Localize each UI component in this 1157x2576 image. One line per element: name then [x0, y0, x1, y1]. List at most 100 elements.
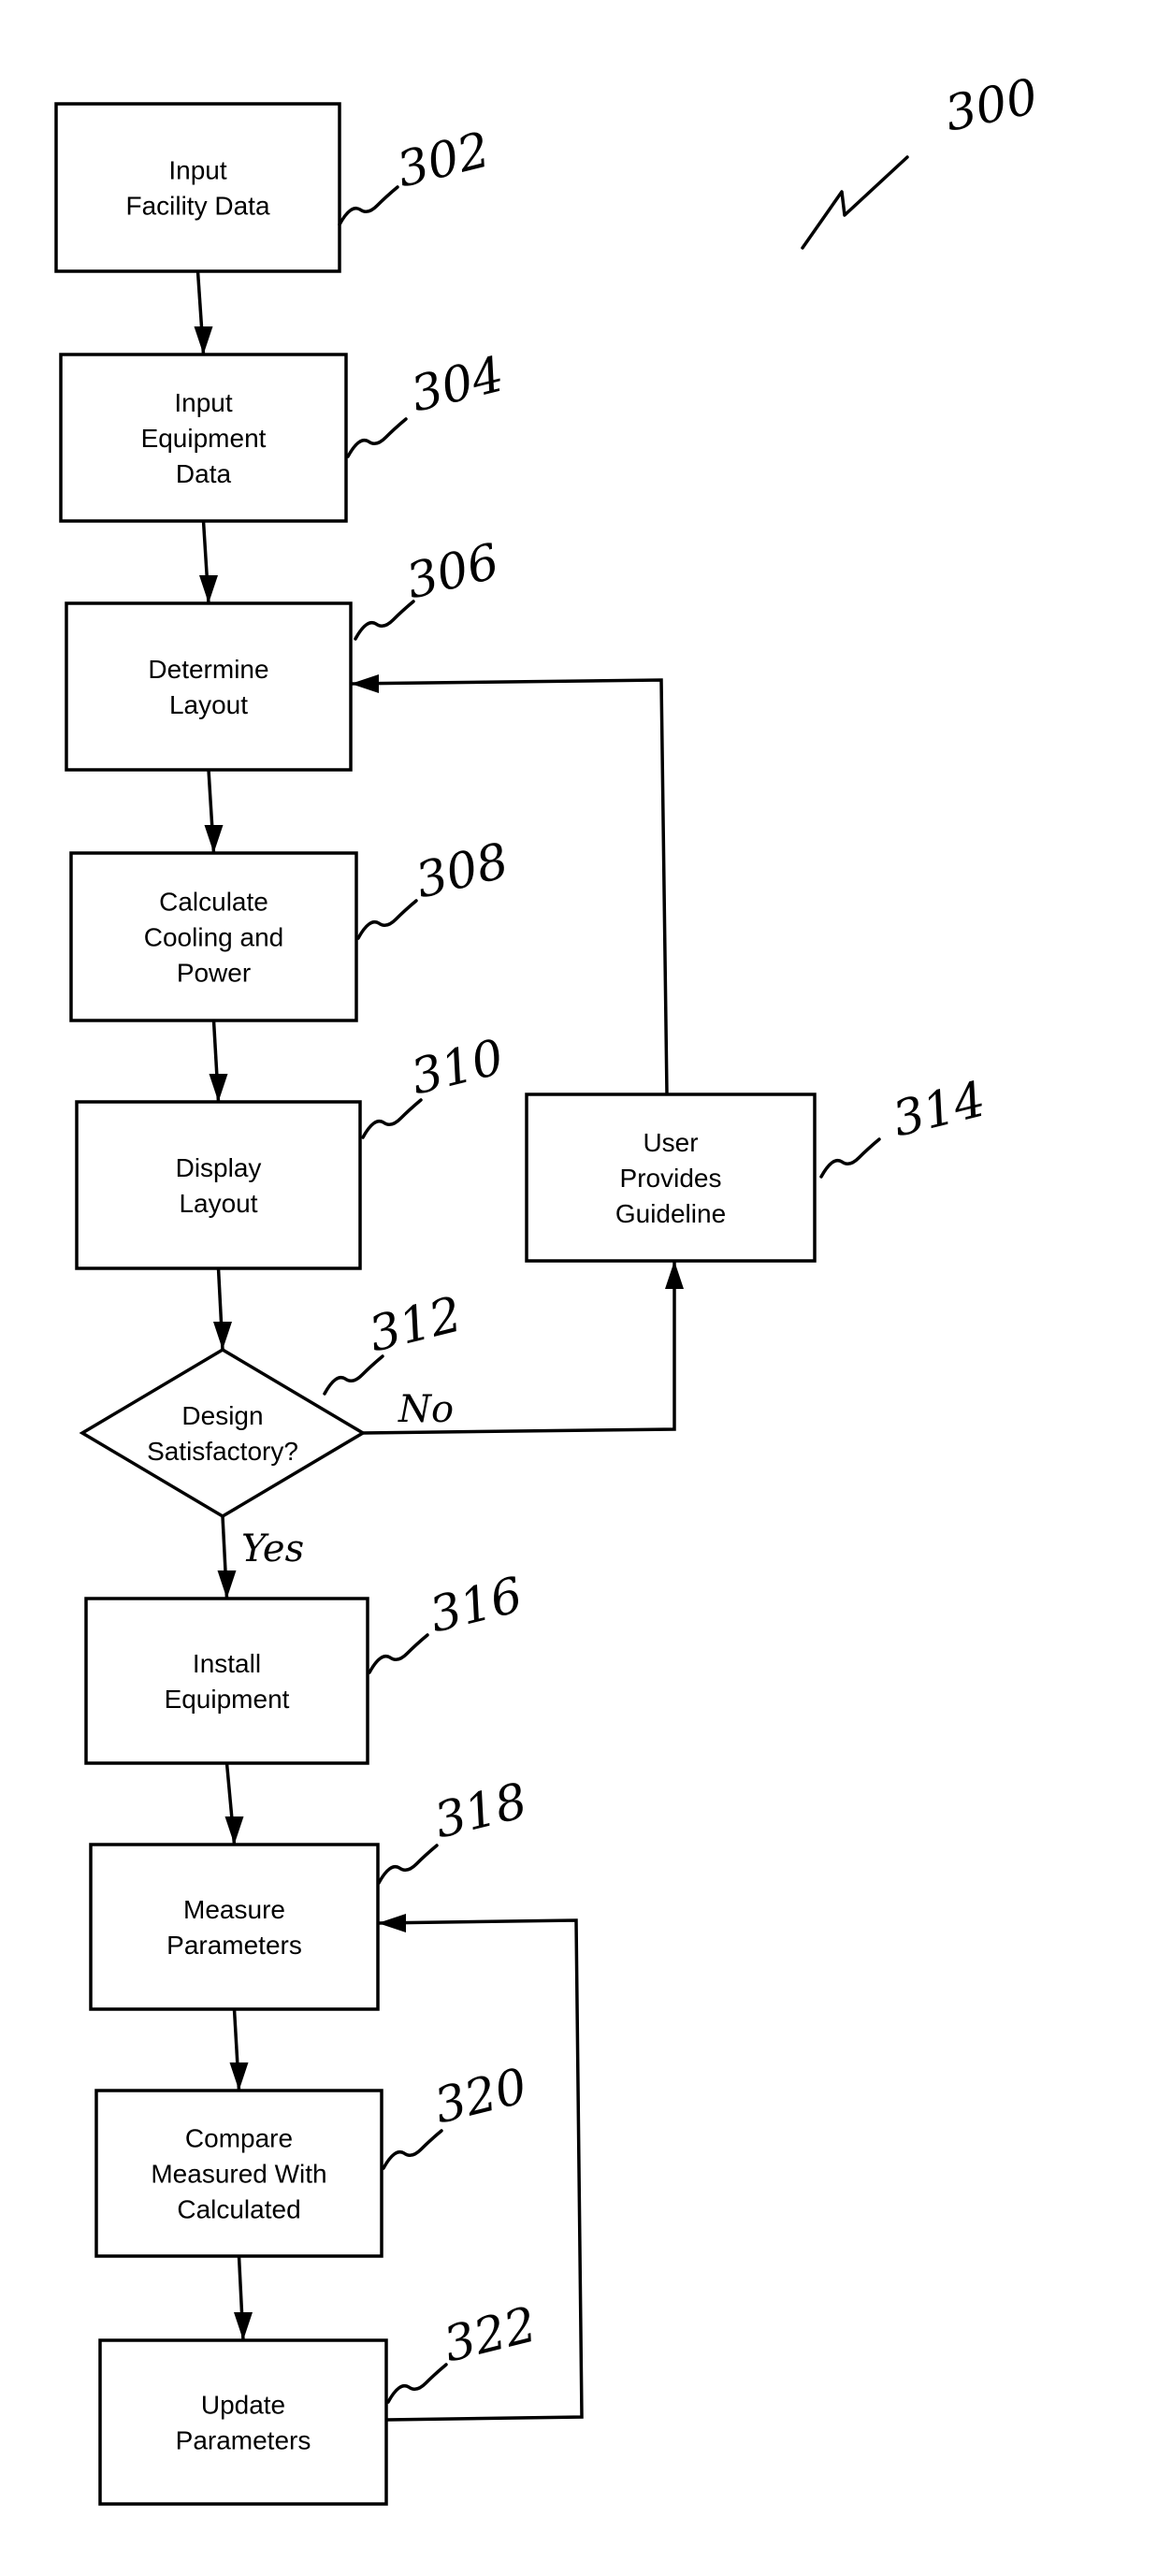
reference-leader: [386, 2363, 448, 2404]
arrowhead-left: [351, 674, 379, 693]
node-label-line: Cooling and: [144, 923, 283, 952]
edge-304-to-306: [199, 520, 218, 604]
node-label-line: Data: [176, 459, 232, 488]
arrowhead-up: [665, 1261, 684, 1289]
node-label-line: Power: [177, 959, 251, 988]
arrowhead-down: [217, 1570, 237, 1599]
node-label-line: Parameters: [166, 1931, 302, 1960]
node-label-line: Measured With: [151, 2160, 326, 2189]
node-label-line: Input: [168, 156, 226, 185]
reference-numeral-306: 306: [354, 533, 505, 641]
arrowhead-down: [224, 1816, 244, 1845]
node-label-line: Provides: [620, 1164, 722, 1193]
node-312: Design Satisfactory?: [79, 1347, 367, 1519]
reference-numeral-302: 302: [338, 122, 495, 226]
reference-leader: [356, 899, 418, 940]
reference-numeral-316: 316: [368, 1567, 528, 1674]
node-label-line: User: [643, 1128, 698, 1157]
reference-number: 308: [411, 832, 514, 909]
node-label-line: Display: [176, 1153, 262, 1182]
decision-diamond: [79, 1347, 367, 1519]
node-label-line: Parameters: [176, 2426, 311, 2455]
node-322: Update Parameters: [98, 2338, 388, 2506]
node-label-line: Layout: [169, 690, 248, 719]
edge-318-to-320: [229, 2008, 249, 2091]
reference-numeral-312: 312: [323, 1286, 468, 1396]
edge-302-to-304: [194, 270, 213, 355]
reference-numeral-322: 322: [386, 2296, 542, 2404]
reference-number: 314: [888, 1071, 991, 1148]
arrowhead-down: [213, 1322, 232, 1350]
reference-number: 320: [429, 2058, 533, 2135]
edge-320-to-322: [234, 2255, 253, 2341]
figure-reference-number: 300: [940, 68, 1043, 142]
node-label-line: Equipment: [165, 1685, 290, 1714]
node-302: Input Facility Data: [54, 102, 341, 273]
node-308: Calculate Cooling and Power: [69, 851, 358, 1022]
reference-leader: [382, 2129, 443, 2170]
arrowhead-left: [378, 1914, 406, 1932]
node-310: Display Layout: [75, 1100, 362, 1270]
reference-numeral-310: 310: [361, 1029, 510, 1139]
node-label-line: Guideline: [615, 1199, 726, 1228]
figure-reference-300: 300: [801, 68, 1043, 250]
reference-number: 312: [364, 1286, 468, 1363]
process-box: [65, 601, 353, 772]
reference-number: 310: [406, 1029, 510, 1106]
process-box: [54, 102, 341, 273]
reference-leader: [368, 1633, 429, 1674]
edge-306-to-308: [204, 769, 224, 854]
reference-leader: [323, 1354, 384, 1396]
arrowhead-down: [234, 2312, 253, 2340]
node-label-line: Equipment: [141, 424, 267, 453]
process-box: [98, 2338, 388, 2506]
node-label-line: Layout: [179, 1189, 257, 1218]
node-label-line: Determine: [148, 655, 268, 684]
figure-reference-leader: [801, 155, 909, 250]
reference-number: 316: [425, 1567, 528, 1643]
edge-312-to-316: Yes: [217, 1515, 304, 1599]
process-box: [84, 1597, 369, 1765]
reference-numeral-308: 308: [356, 832, 514, 940]
node-label-line: Satisfactory?: [147, 1437, 298, 1466]
reference-leader: [346, 417, 408, 458]
reference-leader: [361, 1098, 423, 1139]
node-label-line: Calculate: [159, 888, 268, 917]
reference-leader: [377, 1844, 439, 1885]
reference-leader: [354, 600, 415, 641]
arrowhead-down: [209, 1074, 228, 1102]
process-box: [89, 1843, 380, 2011]
node-318: Measure Parameters: [89, 1843, 380, 2011]
reference-number: 304: [406, 346, 510, 423]
node-label-line: Design: [181, 1401, 263, 1430]
edge-316-to-318: [224, 1762, 244, 1845]
node-304: Input Equipment Data: [59, 353, 348, 523]
node-label-line: Input: [174, 388, 232, 417]
arrowhead-down: [194, 326, 213, 355]
reference-numeral-314: 314: [819, 1071, 991, 1179]
edge-308-to-310: [209, 1020, 228, 1103]
node-label-line: Install: [193, 1649, 261, 1678]
edge-label-no: No: [398, 1388, 454, 1431]
reference-leader: [338, 185, 399, 226]
node-label-line: Calculated: [177, 2195, 300, 2224]
reference-number: 318: [429, 1773, 533, 1849]
reference-numeral-304: 304: [346, 346, 510, 458]
node-320: Compare Measured With Calculated: [94, 2089, 383, 2258]
node-314: User Provides Guideline: [525, 1093, 817, 1263]
arrowhead-down: [229, 2062, 249, 2091]
flowchart-300: Yes No Input Facility Data Input Equipment Da…: [54, 68, 1043, 2506]
node-label-line: Compare: [185, 2124, 293, 2153]
reference-leader: [819, 1137, 881, 1179]
arrowhead-down: [204, 825, 224, 853]
node-label-line: Facility Data: [125, 192, 269, 221]
node-306: Determine Layout: [65, 601, 353, 772]
edge-label-yes: Yes: [241, 1527, 304, 1570]
process-box: [75, 1100, 362, 1270]
node-316: Install Equipment: [84, 1597, 369, 1765]
arrowhead-down: [199, 575, 218, 603]
node-label-line: Measure: [183, 1895, 285, 1924]
edge-310-to-312: [213, 1267, 232, 1351]
reference-numeral-318: 318: [377, 1773, 533, 1885]
reference-number: 306: [401, 533, 505, 610]
